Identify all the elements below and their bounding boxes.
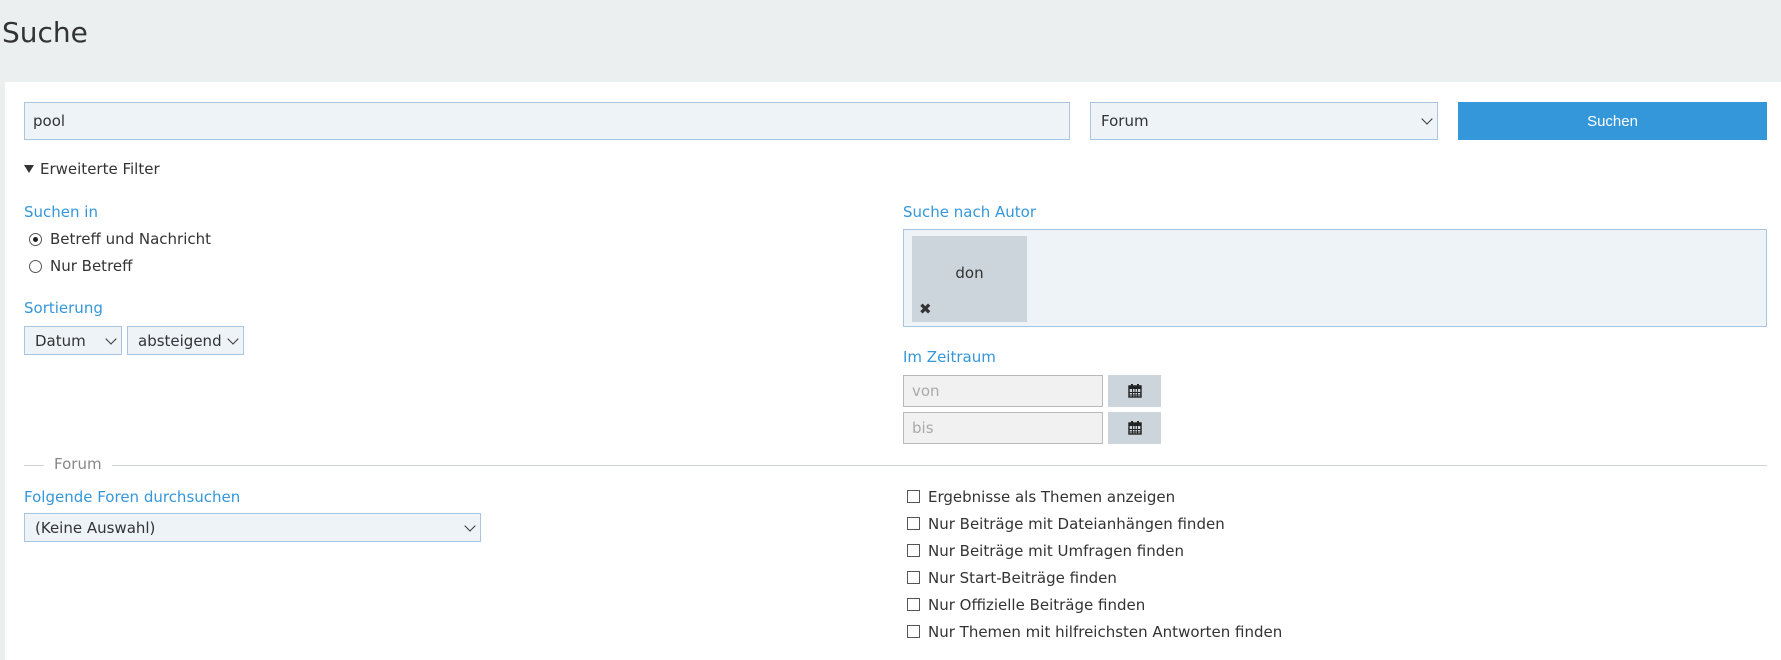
date-from-input[interactable]: von — [903, 375, 1103, 407]
sort-field-select[interactable]: Datum — [24, 326, 122, 355]
author-search-label: Suche nach Autor — [903, 203, 1036, 221]
chevron-down-icon — [105, 332, 117, 345]
sort-order-select[interactable]: absteigend — [127, 326, 244, 355]
forums-select-value: (Keine Auswahl) — [35, 518, 156, 537]
scope-select-value: Forum — [1101, 112, 1149, 130]
checkbox-official-posts-only[interactable]: Nur Offizielle Beiträge finden — [907, 591, 1282, 618]
forum-options-list: Ergebnisse als Themen anzeigen Nur Beitr… — [907, 483, 1282, 645]
radio-subject-and-message[interactable]: Betreff und Nachricht — [29, 230, 211, 248]
checkbox[interactable] — [907, 490, 920, 503]
author-chip-name: don — [955, 264, 984, 282]
checkbox-label: Ergebnisse als Themen anzeigen — [928, 487, 1176, 506]
date-to-input[interactable]: bis — [903, 412, 1103, 444]
checkbox-polls-only[interactable]: Nur Beiträge mit Umfragen finden — [907, 537, 1282, 564]
radio-button[interactable] — [29, 232, 42, 246]
calendar-icon — [1127, 384, 1142, 398]
radio-label: Nur Betreff — [50, 257, 133, 275]
chevron-down-icon — [464, 519, 476, 532]
page-header: Suche — [0, 0, 1781, 82]
checkbox-label: Nur Beiträge mit Umfragen finden — [928, 541, 1185, 560]
advanced-filter-toggle[interactable]: Erweiterte Filter — [24, 160, 160, 178]
checkbox[interactable] — [907, 598, 920, 611]
triangle-down-icon — [24, 165, 34, 173]
radio-button[interactable] — [29, 259, 42, 273]
search-button[interactable]: Suchen — [1458, 102, 1767, 140]
search-in-label: Suchen in — [24, 203, 98, 221]
chevron-down-icon — [227, 332, 239, 345]
checkbox-attachments-only[interactable]: Nur Beiträge mit Dateianhängen finden — [907, 510, 1282, 537]
author-input[interactable]: don ✖ — [903, 229, 1767, 327]
date-from-calendar-button[interactable] — [1108, 375, 1161, 407]
calendar-icon — [1127, 421, 1142, 435]
checkbox-label: Nur Themen mit hilfreichsten Antworten f… — [928, 622, 1283, 641]
close-icon[interactable]: ✖ — [919, 300, 932, 318]
forums-label: Folgende Foren durchsuchen — [24, 488, 241, 506]
advanced-filter-label: Erweiterte Filter — [40, 160, 160, 178]
checkbox-label: Nur Offizielle Beiträge finden — [928, 595, 1146, 614]
date-from-placeholder: von — [912, 382, 940, 400]
sort-order-value: absteigend — [138, 331, 222, 350]
checkbox[interactable] — [907, 625, 920, 638]
period-label: Im Zeitraum — [903, 348, 996, 366]
search-input[interactable]: pool — [24, 102, 1070, 140]
radio-subject-only[interactable]: Nur Betreff — [29, 257, 132, 275]
page-title: Suche — [2, 16, 88, 49]
radio-label: Betreff und Nachricht — [50, 230, 212, 248]
checkbox-start-posts-only[interactable]: Nur Start-Beiträge finden — [907, 564, 1282, 591]
checkbox-results-as-topics[interactable]: Ergebnisse als Themen anzeigen — [907, 483, 1282, 510]
sort-field-value: Datum — [35, 331, 86, 350]
checkbox-label: Nur Start-Beiträge finden — [928, 568, 1117, 587]
checkbox-helpful-answers-only[interactable]: Nur Themen mit hilfreichsten Antworten f… — [907, 618, 1282, 645]
author-chip: don ✖ — [912, 236, 1027, 322]
forums-select[interactable]: (Keine Auswahl) — [24, 513, 481, 542]
search-input-value: pool — [33, 112, 66, 130]
sorting-label: Sortierung — [24, 299, 103, 317]
checkbox-label: Nur Beiträge mit Dateianhängen finden — [928, 514, 1225, 533]
chevron-down-icon — [1421, 113, 1433, 125]
date-to-calendar-button[interactable] — [1108, 412, 1161, 444]
checkbox[interactable] — [907, 571, 920, 584]
date-to-placeholder: bis — [912, 419, 934, 437]
search-panel — [5, 82, 1781, 660]
forum-fieldset-legend: Forum — [44, 455, 112, 473]
fieldset-divider — [24, 465, 1767, 466]
checkbox[interactable] — [907, 544, 920, 557]
checkbox[interactable] — [907, 517, 920, 530]
scope-select[interactable]: Forum — [1090, 102, 1438, 140]
